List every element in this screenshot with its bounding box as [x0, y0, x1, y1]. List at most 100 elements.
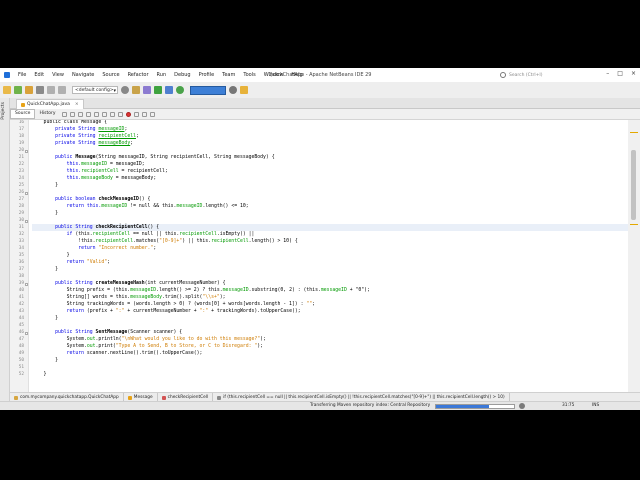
- code-line: return scanner.nextLine().trim().toUpper…: [32, 351, 203, 356]
- line-number: 27: [18, 197, 24, 202]
- breadcrumb-expr-label: if (this.recipientCell == null || this.r…: [223, 395, 505, 400]
- gc-icon[interactable]: [229, 86, 237, 94]
- code-line: }: [32, 358, 58, 363]
- insert-mode[interactable]: INS: [592, 403, 599, 408]
- editor-toolbar: Source History: [10, 109, 640, 120]
- profiler-snapshot-icon[interactable]: [240, 86, 248, 94]
- menu-debug[interactable]: Debug: [170, 72, 194, 78]
- back-icon[interactable]: [62, 111, 68, 117]
- new-project-icon[interactable]: [3, 86, 11, 94]
- fold-toggle-icon[interactable]: [25, 283, 28, 286]
- find-icon[interactable]: [78, 111, 84, 117]
- shift-left-icon[interactable]: [110, 111, 116, 117]
- uncomment-icon[interactable]: [150, 111, 156, 117]
- clean-build-icon[interactable]: [143, 86, 151, 94]
- run-icon[interactable]: [154, 86, 162, 94]
- line-number: 28: [18, 204, 24, 209]
- menu-run[interactable]: Run: [153, 72, 171, 78]
- class-icon: [127, 395, 132, 400]
- menu-navigate[interactable]: Navigate: [68, 72, 98, 78]
- line-number: 34: [18, 246, 24, 251]
- netbeans-logo-icon: [4, 72, 10, 78]
- code-area[interactable]: public class Message { private String me…: [32, 120, 628, 392]
- code-line: String trackingWords = (words.length > 0…: [32, 302, 316, 307]
- toggle-highlight-icon[interactable]: [102, 111, 108, 117]
- editor-scrollbar[interactable]: [628, 120, 640, 392]
- forward-icon[interactable]: [70, 111, 76, 117]
- caret-position[interactable]: 31:75: [562, 403, 574, 408]
- undo-icon[interactable]: [47, 86, 55, 94]
- line-number: 32: [18, 232, 24, 237]
- menu-edit[interactable]: Edit: [30, 72, 48, 78]
- menu-refactor[interactable]: Refactor: [124, 72, 153, 78]
- editor-tabs: QuickChatApp.java ×: [10, 98, 640, 109]
- debug-icon[interactable]: [165, 86, 173, 94]
- search-box[interactable]: Search (Ctrl+I): [500, 71, 580, 79]
- breadcrumb-package-label: com.mycompany.quickchatapp.QuickChatApp: [20, 395, 119, 400]
- maximize-icon[interactable]: □: [617, 70, 623, 77]
- new-file-icon[interactable]: [14, 86, 22, 94]
- record-macro-icon[interactable]: [126, 111, 132, 117]
- line-number: 21: [18, 155, 24, 160]
- config-select[interactable]: <default config>: [72, 86, 118, 95]
- window-controls: – □ ×: [606, 70, 636, 77]
- menu-profile[interactable]: Profile: [195, 72, 219, 78]
- code-line: }: [32, 211, 58, 216]
- close-icon[interactable]: ×: [631, 70, 636, 77]
- stop-macro-icon[interactable]: [134, 111, 140, 117]
- fold-toggle-icon[interactable]: [25, 150, 28, 153]
- code-line: if (this.recipientCell == null || this.r…: [32, 232, 255, 237]
- build-icon[interactable]: [132, 86, 140, 94]
- code-editor[interactable]: 16 17 18 19 20 21 22 23 24 25 26 27 28 2…: [10, 120, 628, 392]
- fold-toggle-icon[interactable]: [25, 332, 28, 335]
- code-line: }: [32, 316, 58, 321]
- code-line: private String recipientCell;: [32, 134, 139, 139]
- tab-source[interactable]: Source: [10, 109, 36, 119]
- line-number: 24: [18, 176, 24, 181]
- open-project-icon[interactable]: [25, 86, 33, 94]
- menu-source[interactable]: Source: [98, 72, 123, 78]
- menu-view[interactable]: View: [48, 72, 68, 78]
- line-number: 50: [18, 358, 24, 363]
- code-line: this.messageBody = messageBody;: [32, 176, 157, 181]
- prev-occurrence-icon[interactable]: [86, 111, 92, 117]
- tab-quickchatapp-java[interactable]: QuickChatApp.java ×: [16, 99, 84, 109]
- line-number: 48: [18, 344, 24, 349]
- line-number: 26: [18, 190, 24, 195]
- projects-tab[interactable]: Projects: [1, 102, 6, 120]
- minimize-icon[interactable]: –: [606, 70, 609, 77]
- save-all-icon[interactable]: [36, 86, 44, 94]
- line-number: 49: [18, 351, 24, 356]
- code-line: !this.recipientCell.matches("[0-9]+") ||…: [32, 239, 298, 244]
- menu-tools[interactable]: Tools: [239, 72, 259, 78]
- memory-usage-widget[interactable]: [190, 85, 226, 95]
- fold-toggle-icon[interactable]: [25, 192, 28, 195]
- code-line: String prefix = (this.messageID.length()…: [32, 288, 370, 293]
- line-number: 42: [18, 302, 24, 307]
- redo-icon[interactable]: [58, 86, 66, 94]
- menu-team[interactable]: Team: [218, 72, 239, 78]
- code-line: this.recipientCell = recipientCell;: [32, 169, 168, 174]
- config-gear-icon[interactable]: [121, 86, 129, 94]
- code-line: return (prefix + ":" + currentMessageNum…: [32, 309, 301, 314]
- error-stripe-mark[interactable]: [630, 224, 638, 225]
- fold-toggle-icon[interactable]: [25, 220, 28, 223]
- netbeans-window: File Edit View Navigate Source Refactor …: [0, 68, 640, 410]
- tab-history[interactable]: History: [35, 110, 59, 118]
- scrollbar-thumb[interactable]: [631, 150, 636, 220]
- code-line: }: [32, 183, 58, 188]
- next-occurrence-icon[interactable]: [94, 111, 100, 117]
- line-number: 45: [18, 323, 24, 328]
- line-number: 39: [18, 281, 24, 286]
- window-title: QuickChatApp - Apache NetBeans IDE 29: [268, 72, 372, 78]
- error-stripe-mark[interactable]: [630, 132, 638, 133]
- background-task-label[interactable]: Transferring Maven repository index: Cen…: [310, 403, 430, 408]
- shift-right-icon[interactable]: [118, 111, 124, 117]
- menu-file[interactable]: File: [14, 72, 30, 78]
- comment-icon[interactable]: [142, 111, 148, 117]
- cancel-task-icon[interactable]: [519, 403, 525, 409]
- code-line: public String checkRecipientCell() {: [32, 225, 160, 230]
- profile-icon[interactable]: [176, 86, 184, 94]
- close-tab-icon[interactable]: ×: [75, 100, 79, 109]
- task-progress-bar: [435, 404, 515, 409]
